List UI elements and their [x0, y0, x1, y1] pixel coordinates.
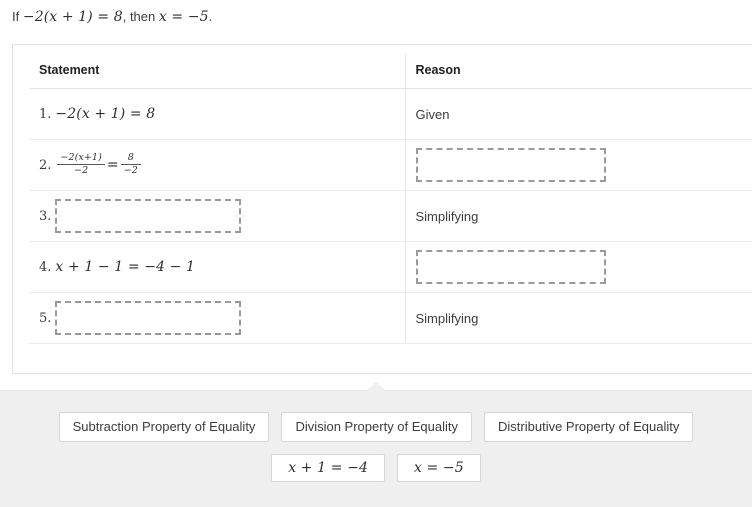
- answer-bank-row-2: x + 1 = −4 x = −5: [0, 454, 752, 482]
- answer-tile-math-1: x + 1 = −4: [288, 460, 368, 476]
- reason-cell-3: Simplifying: [405, 191, 752, 242]
- step-number-5: 5.: [39, 311, 51, 326]
- statement-cell-2: 2.−2(x+1)−2=8−2: [29, 140, 405, 191]
- table-row: 1. −2(x + 1) = 8 Given: [29, 89, 752, 140]
- fraction-left-denominator: −2: [57, 165, 104, 176]
- reason-cell-2: [405, 140, 752, 191]
- answer-tile-division-property[interactable]: Division Property of Equality: [281, 412, 472, 442]
- fraction-right: 8−2: [121, 153, 141, 176]
- reason-text-3: Simplifying: [416, 209, 479, 224]
- answer-bank-row-1: Subtraction Property of Equality Divisio…: [0, 412, 752, 442]
- step-number-3: 3.: [39, 209, 51, 224]
- step-number-1: 1.: [39, 107, 51, 122]
- fraction-left: −2(x+1)−2: [57, 153, 104, 176]
- answer-tile-math-2: x = −5: [414, 460, 464, 476]
- statement-math-4: x + 1 − 1 = −4 − 1: [55, 259, 195, 275]
- table-header-row: Statement Reason: [29, 53, 752, 89]
- fraction-right-numerator: 8: [121, 153, 141, 165]
- answer-bank: Subtraction Property of Equality Divisio…: [0, 390, 752, 507]
- fraction-left-numerator: −2(x+1): [57, 153, 104, 165]
- reason-text-1: Given: [416, 107, 450, 122]
- fraction-equals-operator: =: [107, 157, 119, 173]
- question-prompt: If −2(x + 1) = 8, then x = −5.: [12, 8, 212, 26]
- prompt-lead: If: [12, 9, 19, 24]
- statement-cell-3: 3.: [29, 191, 405, 242]
- statement-dropzone-3[interactable]: [55, 199, 241, 233]
- reason-cell-4: [405, 242, 752, 293]
- table-row: 4. x + 1 − 1 = −4 − 1: [29, 242, 752, 293]
- table-row: 2.−2(x+1)−2=8−2: [29, 140, 752, 191]
- answer-tile-subtraction-property[interactable]: Subtraction Property of Equality: [59, 412, 270, 442]
- statement-math-2: −2(x+1)−2=8−2: [55, 157, 143, 173]
- reason-dropzone-2[interactable]: [416, 148, 606, 182]
- prompt-middle: , then: [123, 9, 156, 24]
- column-header-statement: Statement: [29, 53, 405, 89]
- reason-dropzone-4[interactable]: [416, 250, 606, 284]
- answer-tile-x-equals-minus-5[interactable]: x = −5: [397, 454, 481, 482]
- statement-cell-4: 4. x + 1 − 1 = −4 − 1: [29, 242, 405, 293]
- fraction-right-denominator: −2: [121, 165, 141, 176]
- proof-table: Statement Reason 1. −2(x + 1) = 8 Given 2…: [29, 53, 752, 344]
- table-row: 3. Simplifying: [29, 191, 752, 242]
- statement-cell-5: 5.: [29, 293, 405, 344]
- statement-cell-1: 1. −2(x + 1) = 8: [29, 89, 405, 140]
- step-number-2: 2.: [39, 158, 51, 173]
- answer-bank-notch-icon: [366, 382, 386, 391]
- answer-tile-x-plus-1-equals-minus-4[interactable]: x + 1 = −4: [271, 454, 385, 482]
- reason-cell-5: Simplifying: [405, 293, 752, 344]
- statement-math-1: −2(x + 1) = 8: [55, 106, 155, 122]
- proof-card: Statement Reason 1. −2(x + 1) = 8 Given 2…: [12, 44, 752, 374]
- statement-dropzone-5[interactable]: [55, 301, 241, 335]
- prompt-equation: −2(x + 1) = 8: [23, 9, 123, 25]
- prompt-conclusion: x = −5: [159, 9, 209, 25]
- column-header-reason: Reason: [405, 53, 752, 89]
- reason-cell-1: Given: [405, 89, 752, 140]
- step-number-4: 4.: [39, 260, 51, 275]
- prompt-end: .: [209, 9, 213, 24]
- answer-tile-distributive-property[interactable]: Distributive Property of Equality: [484, 412, 693, 442]
- table-row: 5. Simplifying: [29, 293, 752, 344]
- reason-text-5: Simplifying: [416, 311, 479, 326]
